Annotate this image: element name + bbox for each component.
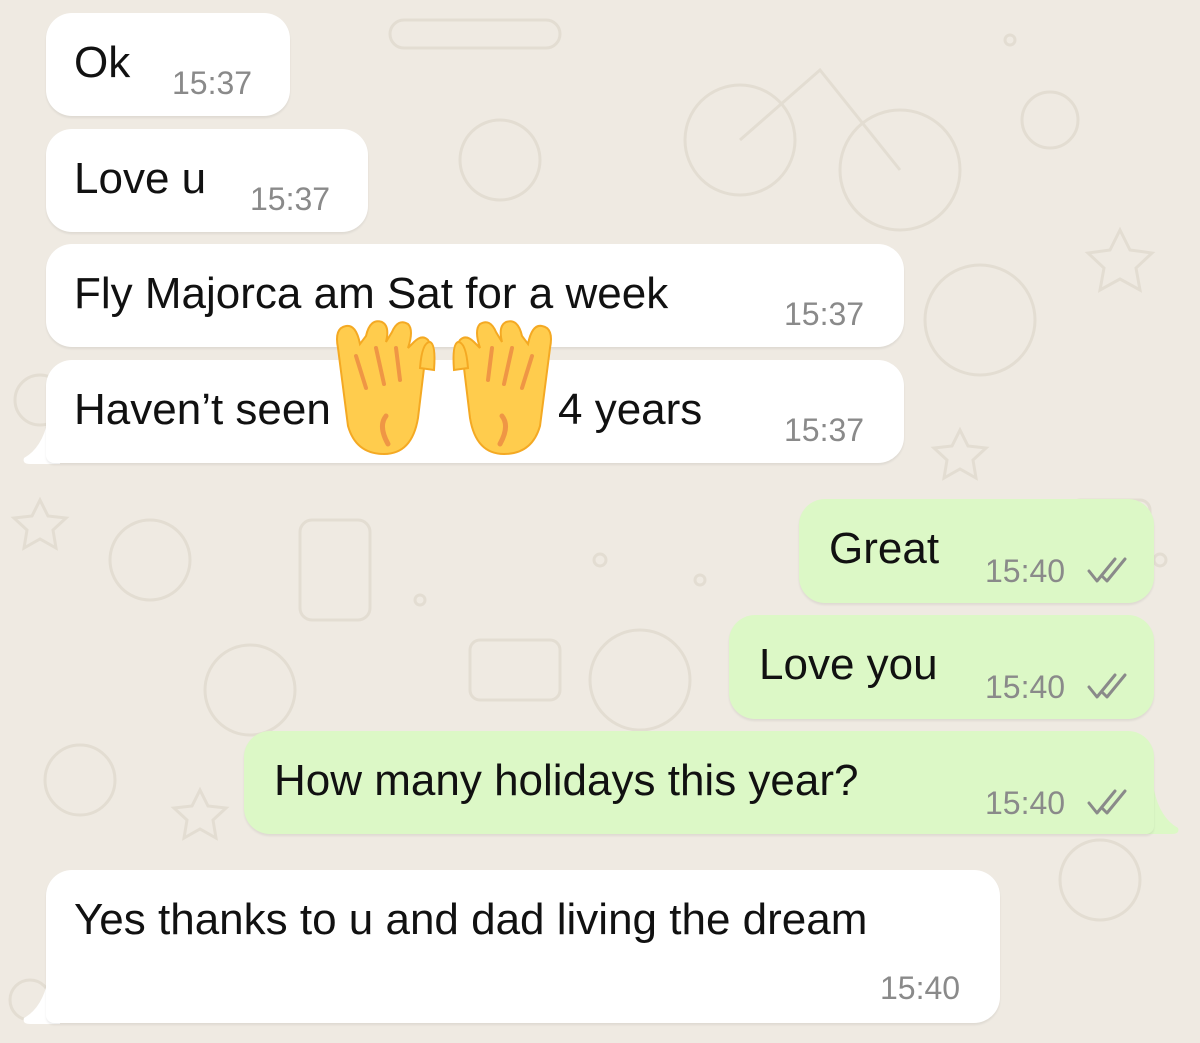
- message-timestamp: 15:37: [250, 181, 331, 217]
- message-bubble-incoming[interactable]: Love u 15:37: [46, 129, 368, 232]
- message-bubble-outgoing[interactable]: Love you 15:40: [729, 615, 1154, 719]
- message-text: Love u: [74, 154, 207, 203]
- message-timestamp: 15:40: [985, 669, 1066, 705]
- message-text: Ok: [74, 38, 131, 87]
- message-timestamp: 15:40: [985, 785, 1066, 821]
- message-bubble-outgoing[interactable]: How many holidays this year? 15:40: [244, 731, 1154, 834]
- message-text: How many holidays this year?: [274, 756, 859, 805]
- message-timestamp: 15:40: [985, 553, 1066, 589]
- message-timestamp: 15:37: [784, 296, 865, 332]
- read-ticks-icon: [1087, 673, 1127, 699]
- message-text: Great: [829, 524, 940, 573]
- message-text-continued: 4 years: [558, 385, 703, 434]
- message-text: Haven’t seen: [74, 385, 331, 434]
- message-bubble-incoming[interactable]: Ok 15:37: [46, 13, 290, 116]
- read-ticks-icon: [1087, 557, 1127, 583]
- message-bubble-outgoing[interactable]: Great 15:40: [799, 499, 1154, 603]
- message-timestamp: 15:40: [880, 970, 961, 1006]
- raising-hands-icon: [336, 320, 552, 456]
- message-text: Yes thanks to u and dad living the dream: [74, 895, 868, 944]
- read-ticks-icon: [1087, 789, 1127, 815]
- message-bubble-incoming[interactable]: Yes thanks to u and dad living the dream…: [46, 870, 1000, 1023]
- message-timestamp: 15:37: [172, 65, 253, 101]
- message-text: Love you: [759, 640, 938, 689]
- message-timestamp: 15:37: [784, 412, 865, 448]
